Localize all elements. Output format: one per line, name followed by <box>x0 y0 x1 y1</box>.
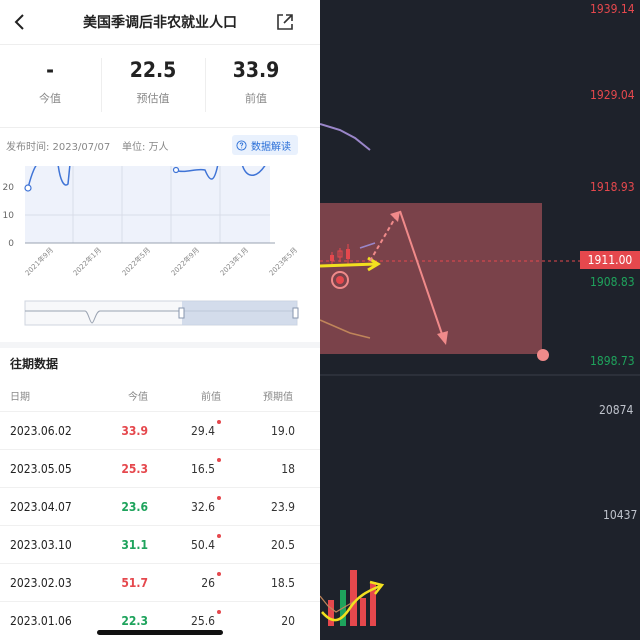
revised-marker <box>217 496 221 500</box>
x-tick-label: 2023年5月 <box>267 245 299 277</box>
stat-previous-value: 33.9 <box>232 58 280 82</box>
stat-previous-label: 前值 <box>245 92 267 105</box>
row-forecast: 20.5 <box>270 538 295 552</box>
chart-start-point <box>24 184 32 192</box>
row-actual: 23.6 <box>121 500 148 514</box>
row-date: 2023.06.02 <box>10 424 72 438</box>
row-previous: 26 <box>201 576 215 590</box>
history-section-title: 往期数据 <box>10 357 59 371</box>
y-tick-label: 20 <box>3 183 15 193</box>
volume-axis-label: 10437 <box>603 508 638 522</box>
stat-actual-label: 今值 <box>39 92 61 105</box>
row-forecast: 20 <box>281 614 295 628</box>
revised-marker <box>217 572 221 576</box>
y-tick-label: 0 <box>8 239 14 249</box>
table-row[interactable]: 2023.04.07 23.6 32.6 23.9 <box>0 487 320 525</box>
table-row[interactable]: 2023.06.02 33.9 29.4 19.0 <box>0 411 320 449</box>
range-slider-handle-left[interactable] <box>178 307 185 319</box>
row-previous: 16.5 <box>190 462 215 476</box>
row-actual: 22.3 <box>121 614 148 628</box>
stat-forecast: 22.5 预估值 <box>103 58 203 106</box>
row-date: 2023.04.07 <box>10 500 72 514</box>
row-previous: 25.6 <box>190 614 215 628</box>
unit-label: 单位: 万人 <box>122 142 169 153</box>
row-actual: 25.3 <box>121 462 148 476</box>
table-row[interactable]: 2023.02.03 51.7 26 18.5 <box>0 563 320 601</box>
row-previous: 32.6 <box>190 500 215 514</box>
price-axis-label: 1908.83 <box>590 275 635 289</box>
economic-data-panel: 美国季调后非农就业人口 - 今值 22.5 预估值 33.9 前值 发布时间: … <box>0 0 320 640</box>
row-previous: 29.4 <box>190 424 215 438</box>
price-axis-label: 1898.73 <box>590 354 635 368</box>
zone-corner-handle[interactable] <box>537 349 549 361</box>
current-price-tag: 1911.00 <box>580 251 640 269</box>
row-forecast: 18.5 <box>270 576 295 590</box>
row-date: 2023.05.05 <box>10 462 72 476</box>
chart-plot-area <box>25 166 270 243</box>
question-icon <box>236 139 247 151</box>
x-tick-label: 2022年5月 <box>120 245 152 277</box>
row-forecast: 19.0 <box>270 424 295 438</box>
price-axis-label: 1918.93 <box>590 180 635 194</box>
marker-dot <box>336 276 344 284</box>
stat-forecast-label: 预估值 <box>136 92 170 105</box>
moving-average-line <box>320 123 371 151</box>
share-icon[interactable] <box>274 11 296 33</box>
history-line-chart: 20 10 0 2021年9月 2022年1月 2022年5月 2022年9月 … <box>3 166 299 326</box>
col-header-actual: 今值 <box>128 392 148 403</box>
data-interpretation-label: 数据解读 <box>251 141 291 153</box>
table-row[interactable]: 2023.05.05 25.3 16.5 18 <box>0 449 320 487</box>
price-axis-label: 1929.04 <box>590 88 635 102</box>
home-indicator <box>97 630 223 635</box>
stats-divider <box>0 127 320 128</box>
stat-actual-value: - <box>46 58 54 82</box>
x-tick-labels: 2021年9月 2022年1月 2022年5月 2022年9月 2023年1月 … <box>23 245 299 277</box>
price-axis-label: 1939.14 <box>590 2 635 16</box>
x-tick-label: 2023年1月 <box>218 245 250 277</box>
data-interpretation-button[interactable]: 数据解读 <box>232 135 298 155</box>
row-actual: 33.9 <box>121 424 148 438</box>
row-actual: 31.1 <box>121 538 148 552</box>
stat-previous: 33.9 前值 <box>206 58 306 106</box>
x-tick-label: 2022年1月 <box>71 245 103 277</box>
col-header-date: 日期 <box>10 392 30 403</box>
section-divider <box>0 342 320 348</box>
stat-forecast-value: 22.5 <box>129 58 177 82</box>
revised-marker <box>217 534 221 538</box>
x-tick-label: 2021年9月 <box>23 245 55 277</box>
publish-time: 发布时间: 2023/07/07 <box>6 142 111 153</box>
stat-divider <box>101 58 102 112</box>
page-title: 美国季调后非农就业人口 <box>83 15 237 31</box>
col-header-previous: 前值 <box>201 392 221 403</box>
row-forecast: 18 <box>281 462 295 476</box>
range-slider-selection[interactable] <box>182 301 297 325</box>
volume-axis-label: 20874 <box>599 403 634 417</box>
table-row[interactable]: 2023.03.10 31.1 50.4 20.5 <box>0 525 320 563</box>
x-tick-label: 2022年9月 <box>169 245 201 277</box>
stat-actual: - 今值 <box>0 58 100 106</box>
highlight-zone <box>320 203 542 354</box>
revised-marker <box>217 458 221 462</box>
back-arrow-icon[interactable] <box>8 10 32 34</box>
range-slider-handle-right[interactable] <box>292 307 299 319</box>
row-actual: 51.7 <box>121 576 148 590</box>
row-date: 2023.03.10 <box>10 538 72 552</box>
header-divider <box>0 44 320 45</box>
row-date: 2023.01.06 <box>10 614 72 628</box>
row-previous: 50.4 <box>190 538 215 552</box>
revised-marker <box>217 610 221 614</box>
chart-point <box>172 166 180 174</box>
y-tick-label: 10 <box>3 211 15 221</box>
volume-bars <box>328 570 376 626</box>
row-date: 2023.02.03 <box>10 576 72 590</box>
row-forecast: 23.9 <box>270 500 295 514</box>
revised-marker <box>217 420 221 424</box>
col-header-forecast: 预期值 <box>263 392 293 403</box>
header-bar: 美国季调后非农就业人口 <box>0 0 320 44</box>
